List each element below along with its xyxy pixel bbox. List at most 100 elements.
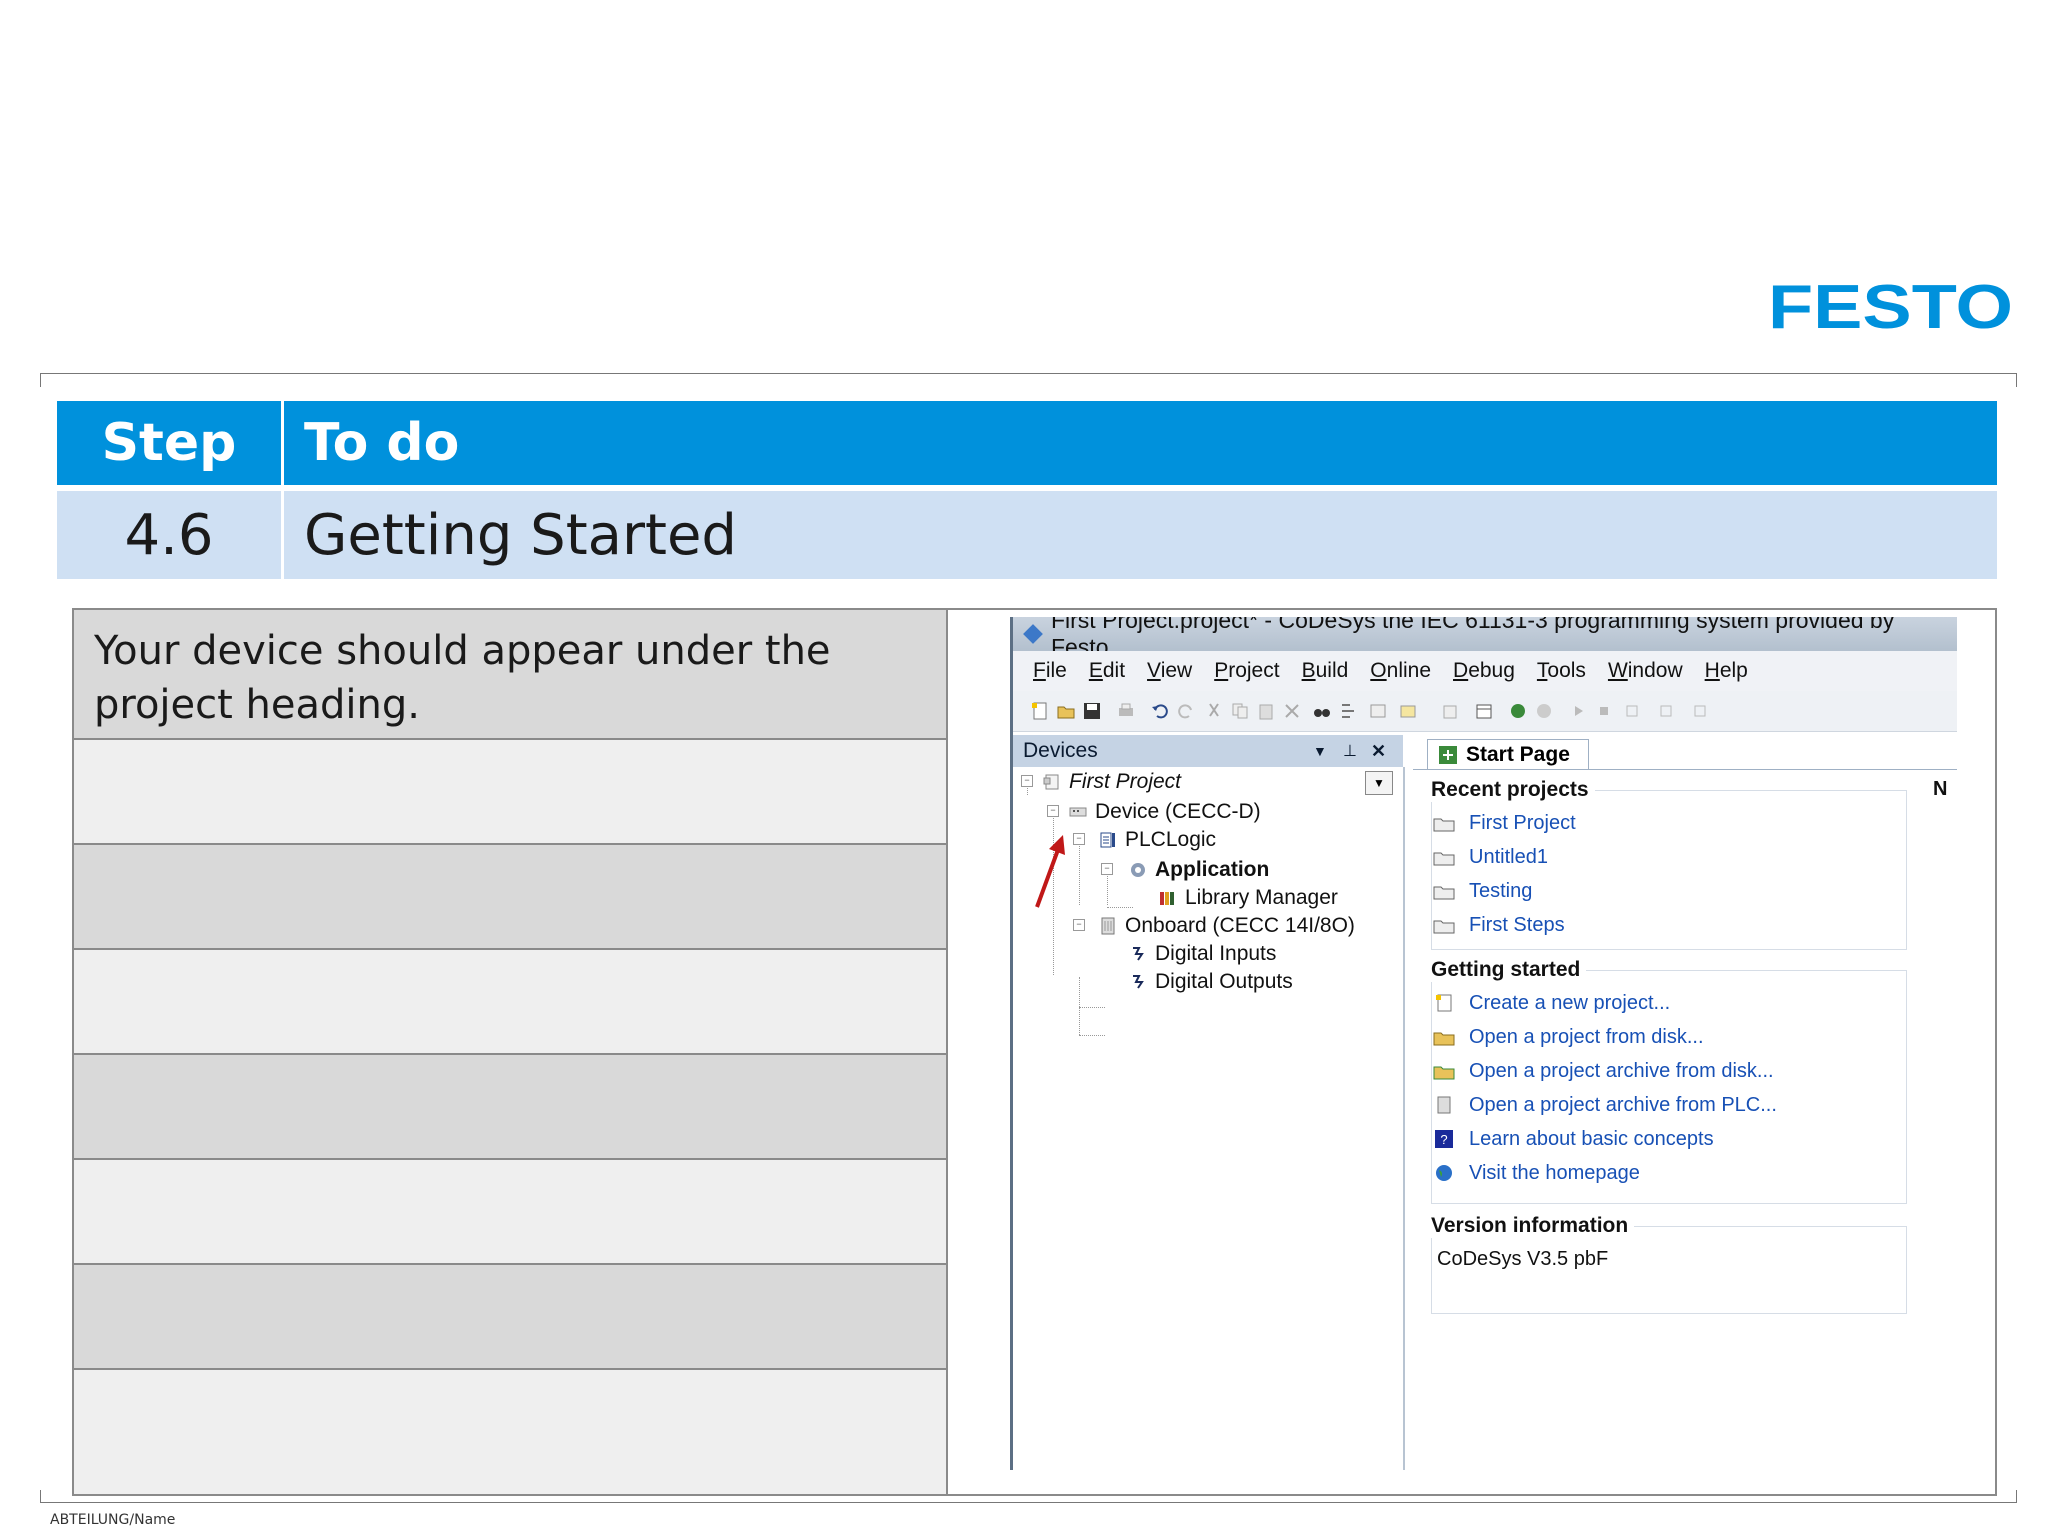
frame-tick [40,373,41,387]
menu-debug[interactable]: Debug [1453,659,1515,683]
copy-icon[interactable] [1231,702,1249,720]
step-header: Step [57,401,281,485]
toolbar [1013,691,1957,732]
recent-project-link[interactable]: First Project [1469,812,1576,835]
save-icon[interactable] [1083,702,1101,720]
recent-project-link[interactable]: Untitled1 [1469,846,1548,869]
instruction-row [74,1265,946,1370]
library-icon [1160,892,1174,905]
pin-icon[interactable]: ⊥ [1343,741,1357,761]
recent-project-link[interactable]: First Steps [1469,914,1565,937]
menu-bar: File Edit View Project Build Online Debu… [1013,651,1957,691]
help-icon: ? [1435,1130,1453,1148]
menu-online[interactable]: Online [1370,659,1431,683]
window-icon[interactable] [1369,702,1387,720]
frame-top-line [40,373,2017,374]
footer-text: ABTEILUNG/Name [50,1512,176,1528]
menu-view[interactable]: View [1147,659,1192,683]
onboard-module-icon [1101,917,1115,935]
svg-text:?: ? [1440,1132,1447,1147]
window-titlebar: First Project.project* - CoDeSys the IEC… [1013,617,1957,660]
collapse-toggle[interactable]: − [1073,833,1085,845]
start-icon[interactable] [1569,702,1587,720]
tree-item-application[interactable]: Application [1129,855,1269,885]
getting-started-title: Getting started [1431,958,1587,982]
menu-window[interactable]: Window [1608,659,1683,683]
add-object-icon[interactable] [1399,702,1417,720]
collapse-toggle[interactable]: − [1021,775,1033,787]
red-arrow-annotation [1035,835,1065,908]
recent-project-link[interactable]: Testing [1469,880,1532,903]
step-into-icon[interactable] [1659,702,1677,720]
pane-dropdown-icon[interactable]: ▼ [1313,743,1327,759]
tree-item-plclogic[interactable]: PLCLogic [1099,825,1216,855]
paste-icon[interactable] [1257,702,1275,720]
instruction-row [74,740,946,845]
redo-icon[interactable] [1177,702,1195,720]
instruction-row [74,1370,946,1494]
instruction-row [74,950,946,1055]
globe-icon [1436,1165,1452,1181]
open-folder-icon [1433,1032,1455,1046]
login-icon[interactable] [1509,702,1527,720]
start-page-content: Recent projects N First Project Untitled… [1413,769,1957,1470]
menu-build[interactable]: Build [1302,659,1349,683]
instruction-row [74,1160,946,1265]
menu-tools[interactable]: Tools [1537,659,1586,683]
collapse-toggle[interactable]: − [1047,805,1059,817]
close-icon[interactable]: ✕ [1371,741,1386,762]
menu-project[interactable]: Project [1214,659,1279,683]
print-icon[interactable] [1117,702,1135,720]
open-archive-from-disk-link[interactable]: Open a project archive from disk... [1469,1060,1774,1083]
frame-tick [2016,373,2017,387]
undo-icon[interactable] [1151,702,1169,720]
tab-start-page[interactable]: Start Page [1427,739,1589,770]
device-icon [1069,807,1087,817]
project-icon [1043,774,1059,790]
recent-projects-title: Recent projects [1431,778,1595,802]
instruction-table: Your device should appear under the proj… [72,608,948,1496]
dropdown-button[interactable]: ▼ [1365,771,1393,795]
visit-homepage-link[interactable]: Visit the homepage [1469,1162,1640,1185]
instruction-text: Your device should appear under the proj… [94,628,831,728]
open-project-from-disk-link[interactable]: Open a project from disk... [1469,1026,1704,1049]
devices-tree: − First Project − Device (CECC-D) − PLCL… [1013,767,1405,1470]
replace-icon[interactable] [1339,702,1357,720]
collapse-toggle[interactable]: − [1101,863,1113,875]
start-page-icon [1439,746,1457,764]
instruction-row [74,1055,946,1160]
codesys-app-icon [1023,624,1043,644]
svg-text:FESTO: FESTO [1768,278,2013,334]
open-folder-icon[interactable] [1057,702,1075,720]
open-folder-icon [1433,852,1455,866]
find-icon[interactable] [1313,702,1331,720]
calendar-icon[interactable] [1475,702,1493,720]
tree-item-digital-inputs[interactable]: Digital Inputs [1129,939,1276,969]
menu-file[interactable]: File [1033,659,1067,683]
export-icon[interactable] [1441,702,1459,720]
step-number: 4.6 [57,491,281,579]
learn-basic-concepts-link[interactable]: Learn about basic concepts [1469,1128,1714,1151]
collapse-toggle[interactable]: − [1073,919,1085,931]
menu-edit[interactable]: Edit [1089,659,1125,683]
open-archive-from-plc-link[interactable]: Open a project archive from PLC... [1469,1094,1777,1117]
step-over-icon[interactable] [1625,702,1643,720]
step-out-icon[interactable] [1693,702,1711,720]
partial-heading: N [1933,778,1948,800]
stop-icon[interactable] [1595,702,1613,720]
codesys-window: First Project.project* - CoDeSys the IEC… [1010,617,1957,1470]
devices-pane-title: Devices [1023,739,1098,762]
new-file-icon[interactable] [1031,702,1049,720]
create-new-project-link[interactable]: Create a new project... [1469,992,1670,1015]
festo-logo: FESTO [1768,278,2013,334]
delete-icon[interactable] [1283,702,1301,720]
tree-item-onboard[interactable]: Onboard (CECC 14I/8O) [1099,911,1355,941]
logout-icon[interactable] [1535,702,1553,720]
tree-item-library-manager[interactable]: Library Manager [1159,883,1338,913]
menu-help[interactable]: Help [1705,659,1748,683]
cut-icon[interactable] [1205,702,1223,720]
plc-module-icon [1437,1096,1451,1114]
tree-item-project[interactable]: First Project [1043,767,1181,797]
tree-item-device[interactable]: Device (CECC-D) [1069,797,1261,827]
tree-item-digital-outputs[interactable]: Digital Outputs [1129,967,1293,997]
